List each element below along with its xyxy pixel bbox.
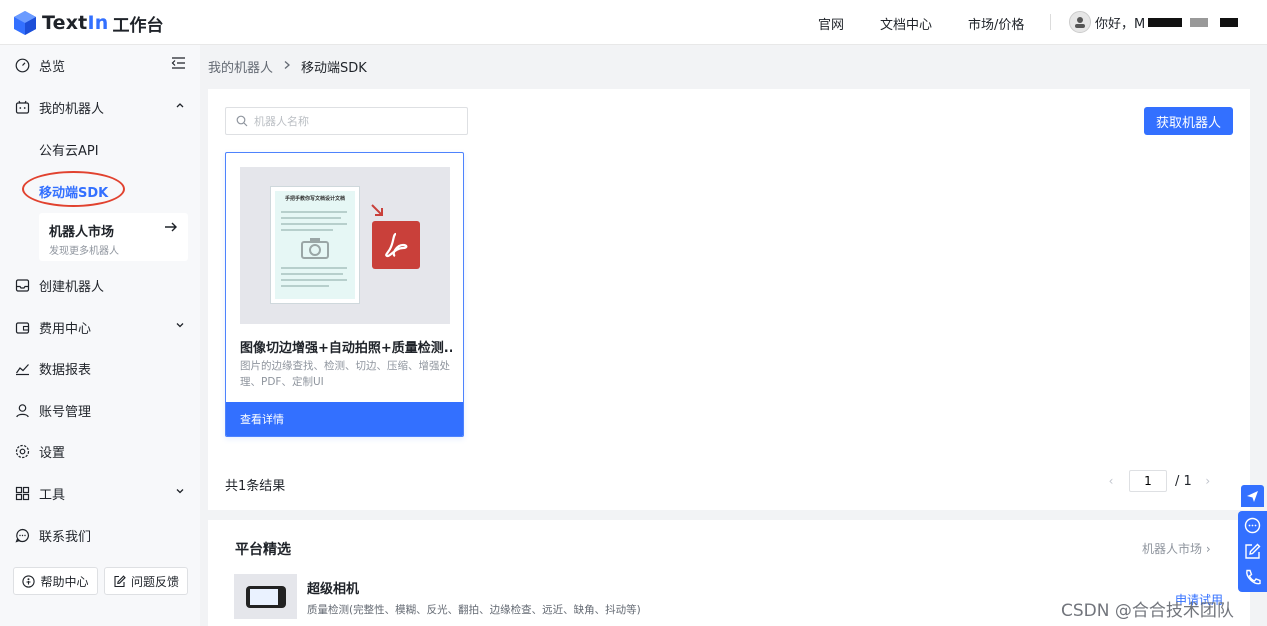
sidebar-item-account[interactable]: 账号管理 [14,398,190,422]
robot-card-thumbnail: 手把手教你写文档设计文档 [240,167,450,324]
super-camera-thumbnail [234,574,297,619]
feedback-button[interactable]: 问题反馈 [104,567,188,595]
user-menu[interactable]: 你好，M [1069,11,1239,33]
view-details-button[interactable]: 查看详情 [226,402,463,436]
phone-call-icon[interactable] [1243,568,1262,587]
sidebar-item-create-robot[interactable]: 创建机器人 [14,273,190,297]
wallet-icon [14,319,30,335]
masked-username [1190,17,1209,27]
pdf-icon [372,221,420,269]
sidebar-item-overview[interactable]: 总览 [14,53,190,77]
chat-bubble-icon [14,527,30,543]
sidebar-subitem-cloud-api[interactable]: 公有云API [39,140,99,159]
textin-logo-icon [14,11,36,35]
chevron-up-icon [174,99,186,115]
edit-icon[interactable] [1243,542,1262,561]
top-header: TextIn 工作台 官网 文档中心 市场/价格 你好，M [0,0,1267,45]
edit-icon [114,574,126,587]
sidebar-item-contact[interactable]: 联系我们 [14,523,190,547]
search-input[interactable] [254,114,454,128]
brand-logo[interactable]: TextIn 工作台 [14,10,163,36]
masked-username [1220,17,1239,27]
get-robot-button[interactable]: 获取机器人 [1144,107,1233,135]
highlight-annotation-ring [22,171,125,207]
robot-card-title: 图像切边增强+自动拍照+质量检测... [240,341,452,356]
search-box[interactable] [225,107,468,135]
masked-username [1148,17,1183,27]
page-total: / 1 [1175,473,1192,489]
featured-title: 平台精选 [235,542,291,558]
sidebar-item-settings[interactable]: 设置 [14,439,190,463]
header-divider [1050,14,1051,30]
collapse-sidebar-icon[interactable] [171,56,186,74]
user-icon [14,402,30,418]
breadcrumb-parent[interactable]: 我的机器人 [208,57,273,76]
prev-page-icon[interactable]: ‹ [1101,474,1121,488]
watermark: CSDN @合合技术团队 [1061,601,1234,621]
arrow-right-icon [164,221,178,237]
market-card-subtitle: 发现更多机器人 [49,246,119,257]
help-icon [22,574,36,588]
sidebar-item-billing[interactable]: 费用中心 [14,315,190,339]
sidebar: 总览 我的机器人 公有云API 移动端SDK 机器人市场 发现更多机器人 创建机… [0,45,200,626]
page-number-input[interactable] [1129,470,1167,492]
nav-market-pricing[interactable]: 市场/价格 [968,14,1024,33]
document-preview: 手把手教你写文档设计文档 [270,186,360,304]
robot-card[interactable]: 手把手教你写文档设计文档 图像切边增强+自动拍照+质量检测... 图片的边缘查找… [225,152,464,437]
dashboard-icon [14,57,30,73]
phone-icon [245,585,286,608]
chevron-right-icon: › [1205,542,1211,556]
nav-docs-center[interactable]: 文档中心 [880,14,932,33]
sidebar-item-reports[interactable]: 数据报表 [14,356,190,380]
message-icon[interactable] [1243,516,1262,535]
nav-official-site[interactable]: 官网 [818,14,844,33]
gear-icon [14,443,30,459]
search-icon [236,115,248,127]
robot-icon [14,99,30,115]
avatar [1069,11,1091,33]
chevron-right-icon [282,59,292,74]
featured-market-link[interactable]: 机器人市场 › [1142,540,1211,557]
help-center-button[interactable]: 帮助中心 [13,567,98,595]
grid-icon [14,485,30,501]
breadcrumb-current: 移动端SDK [301,61,367,76]
chevron-down-icon [174,319,186,335]
sidebar-item-tools[interactable]: 工具 [14,481,190,505]
send-icon[interactable] [1241,485,1264,507]
sidebar-item-my-robots[interactable]: 我的机器人 [14,95,190,119]
user-avatar-icon [1075,17,1085,28]
chevron-down-icon [174,485,186,501]
market-card-title: 机器人市场 [49,225,115,240]
robot-market-card[interactable]: 机器人市场 发现更多机器人 [39,213,188,261]
brand-subtitle: 工作台 [112,15,164,36]
robot-list-panel: 获取机器人 手把手教你写文档设计文档 [208,89,1250,510]
floating-toolbar [1238,511,1267,592]
document-preview-title: 手把手教你写文档设计文档 [284,196,345,202]
featured-item-description: 质量检测(完整性、模糊、反光、翻拍、边缘检查、远近、缺角、抖动等) [307,604,641,616]
robot-card-description: 图片的边缘查找、检测、切边、压缩、增强处理、PDF、定制UI [240,360,450,388]
next-page-icon[interactable]: › [1198,474,1218,488]
pagination: ‹ / 1 › [1101,470,1218,492]
user-greeting: 你好，M [1095,16,1146,32]
result-count: 共1条结果 [225,479,286,494]
inbox-icon [14,277,30,293]
arrow-down-right-icon [371,204,383,216]
chart-icon [14,360,30,376]
brand-name: TextIn [42,12,109,34]
camera-icon [301,238,329,259]
breadcrumb: 我的机器人 移动端SDK [208,57,367,76]
featured-item-name[interactable]: 超级相机 [307,578,359,597]
